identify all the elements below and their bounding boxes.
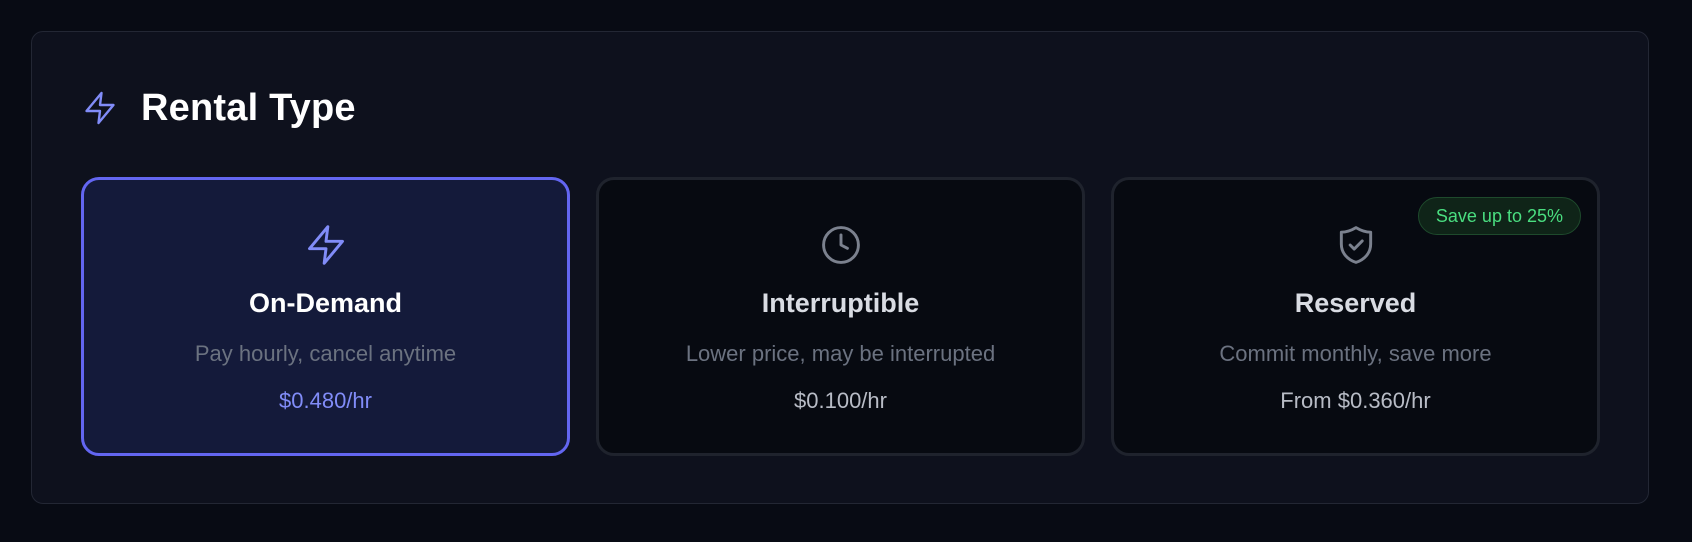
section-title: Rental Type xyxy=(141,86,356,129)
option-on-demand[interactable]: On-Demand Pay hourly, cancel anytime $0.… xyxy=(81,177,570,456)
option-price: $0.480/hr xyxy=(279,388,372,413)
lightning-icon xyxy=(303,222,349,268)
section-header: Rental Type xyxy=(82,85,356,131)
option-price: From $0.360/hr xyxy=(1280,388,1431,413)
savings-badge: Save up to 25% xyxy=(1417,197,1581,235)
option-title: Reserved xyxy=(1294,288,1417,318)
option-price: $0.100/hr xyxy=(794,388,887,413)
clock-icon xyxy=(818,222,864,268)
option-reserved[interactable]: Save up to 25% Reserved Commit monthly, … xyxy=(1111,177,1600,456)
rental-type-panel: Rental Type On-Demand Pay hourly, cancel… xyxy=(31,31,1649,504)
option-description: Commit monthly, save more xyxy=(1219,341,1492,366)
rental-options: On-Demand Pay hourly, cancel anytime $0.… xyxy=(81,177,1600,456)
option-title: On-Demand xyxy=(248,288,402,318)
option-title: Interruptible xyxy=(761,288,920,318)
option-description: Lower price, may be interrupted xyxy=(685,341,996,366)
option-description: Pay hourly, cancel anytime xyxy=(194,341,457,366)
shield-check-icon xyxy=(1333,222,1379,268)
option-interruptible[interactable]: Interruptible Lower price, may be interr… xyxy=(596,177,1085,456)
lightning-icon xyxy=(82,90,118,126)
